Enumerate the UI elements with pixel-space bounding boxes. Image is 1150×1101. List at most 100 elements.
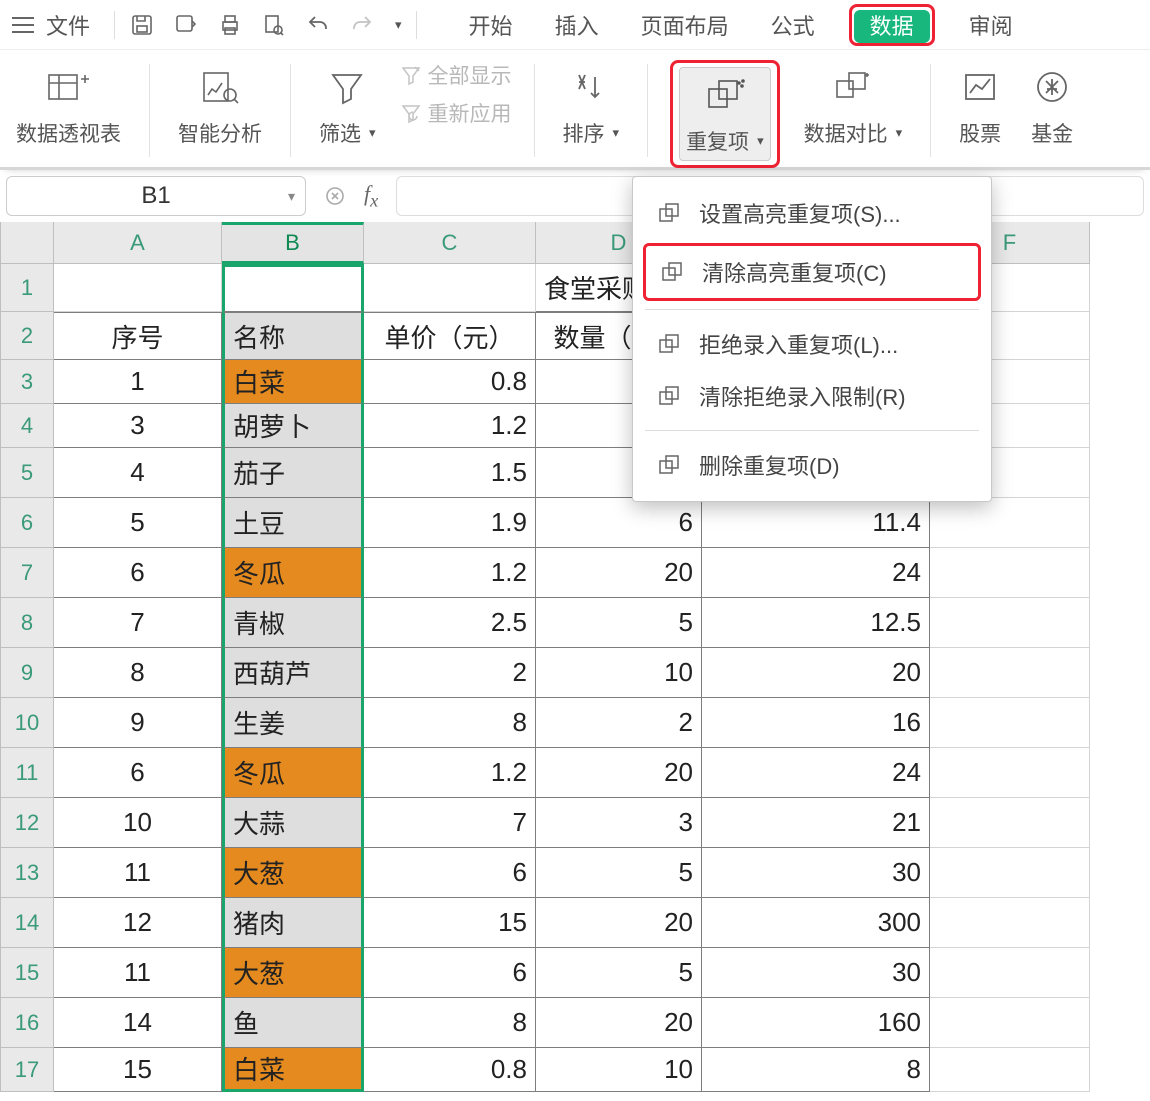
pivot-table-button[interactable]: 数据透视表 [10,60,127,152]
redo-icon[interactable] [349,12,375,38]
name-box[interactable]: B1 ▾ [6,176,306,216]
cell[interactable]: 名称 [222,312,364,360]
cell[interactable]: 15 [364,898,536,948]
cell[interactable]: 160 [702,998,930,1048]
cell[interactable]: 2 [536,698,702,748]
cell[interactable] [54,264,222,312]
column-header[interactable]: A [54,222,222,264]
row-header[interactable]: 11 [0,748,54,798]
cell[interactable] [930,698,1090,748]
cell[interactable] [222,264,364,312]
cell[interactable]: 茄子 [222,448,364,498]
row-header[interactable]: 14 [0,898,54,948]
print-preview-icon[interactable] [261,12,287,38]
cell[interactable]: 10 [536,1048,702,1092]
cell[interactable]: 大葱 [222,848,364,898]
cell[interactable]: 5 [536,948,702,998]
cell[interactable] [930,1048,1090,1092]
cell[interactable]: 5 [54,498,222,548]
cell[interactable] [930,498,1090,548]
cell[interactable]: 20 [536,898,702,948]
data-compare-button[interactable]: 数据对比▾ [798,60,909,152]
smart-analysis-button[interactable]: 智能分析 [172,60,268,152]
row-header[interactable]: 7 [0,548,54,598]
cell[interactable]: 4 [54,448,222,498]
qat-dropdown-icon[interactable]: ▾ [395,17,402,33]
tab-insert[interactable]: 插入 [547,5,607,45]
tab-data[interactable]: 数据 [854,10,930,43]
cell[interactable]: 白菜 [222,1048,364,1092]
cell[interactable]: 11.4 [702,498,930,548]
row-header[interactable]: 8 [0,598,54,648]
chevron-down-icon[interactable]: ▾ [288,188,295,205]
cell[interactable]: 3 [54,404,222,448]
cell[interactable] [930,748,1090,798]
cell[interactable]: 6 [54,548,222,598]
cell[interactable]: 生姜 [222,698,364,748]
cell[interactable]: 胡萝卜 [222,404,364,448]
cell[interactable] [930,798,1090,848]
cell[interactable] [364,264,536,312]
cell[interactable]: 序号 [54,312,222,360]
cell[interactable]: 300 [702,898,930,948]
row-header[interactable]: 2 [0,312,54,360]
cell[interactable]: 6 [364,848,536,898]
cell[interactable]: 21 [702,798,930,848]
file-menu[interactable]: 文件 [46,9,90,41]
save-as-icon[interactable] [173,12,199,38]
cell[interactable]: 1.2 [364,748,536,798]
cell[interactable]: 20 [702,648,930,698]
cell[interactable]: 12 [54,898,222,948]
cell[interactable]: 8 [702,1048,930,1092]
cell[interactable]: 6 [364,948,536,998]
duplicates-button[interactable]: 重复项▾ [679,67,771,161]
cell[interactable]: 2.5 [364,598,536,648]
row-header[interactable]: 13 [0,848,54,898]
row-header[interactable]: 9 [0,648,54,698]
cell[interactable]: 12.5 [702,598,930,648]
cell[interactable]: 西葫芦 [222,648,364,698]
fund-button[interactable]: 基金 [1025,60,1079,152]
cell[interactable]: 鱼 [222,998,364,1048]
cell[interactable]: 大蒜 [222,798,364,848]
row-header[interactable]: 5 [0,448,54,498]
cancel-icon[interactable] [324,185,346,207]
cell[interactable]: 9 [54,698,222,748]
cell[interactable]: 20 [536,548,702,598]
row-header[interactable]: 17 [0,1048,54,1092]
cell[interactable]: 30 [702,948,930,998]
row-header[interactable]: 1 [0,264,54,312]
cell[interactable] [930,598,1090,648]
row-header[interactable]: 16 [0,998,54,1048]
cell[interactable]: 24 [702,748,930,798]
cell[interactable]: 1.9 [364,498,536,548]
cell[interactable]: 15 [54,1048,222,1092]
cell[interactable]: 7 [364,798,536,848]
cell[interactable]: 猪肉 [222,898,364,948]
cell[interactable]: 11 [54,848,222,898]
cell[interactable]: 1 [54,360,222,404]
cell[interactable] [930,548,1090,598]
column-header[interactable]: B [222,222,364,264]
save-icon[interactable] [129,12,155,38]
row-header[interactable]: 4 [0,404,54,448]
tab-layout[interactable]: 页面布局 [633,5,737,45]
stock-button[interactable]: 股票 [953,60,1007,152]
menu-item[interactable]: 拒绝录入重复项(L)... [633,318,991,370]
cell[interactable]: 冬瓜 [222,748,364,798]
cell[interactable]: 5 [536,598,702,648]
cell[interactable]: 11 [54,948,222,998]
cell[interactable] [930,948,1090,998]
cell[interactable]: 1.2 [364,404,536,448]
cell[interactable]: 24 [702,548,930,598]
cell[interactable]: 7 [54,598,222,648]
cell[interactable]: 2 [364,648,536,698]
row-header[interactable]: 15 [0,948,54,998]
filter-button[interactable]: 筛选▾ [313,60,382,152]
cell[interactable]: 8 [364,998,536,1048]
row-header[interactable]: 6 [0,498,54,548]
cell[interactable]: 青椒 [222,598,364,648]
cell[interactable]: 大葱 [222,948,364,998]
cell[interactable]: 1.2 [364,548,536,598]
cell[interactable]: 6 [54,748,222,798]
